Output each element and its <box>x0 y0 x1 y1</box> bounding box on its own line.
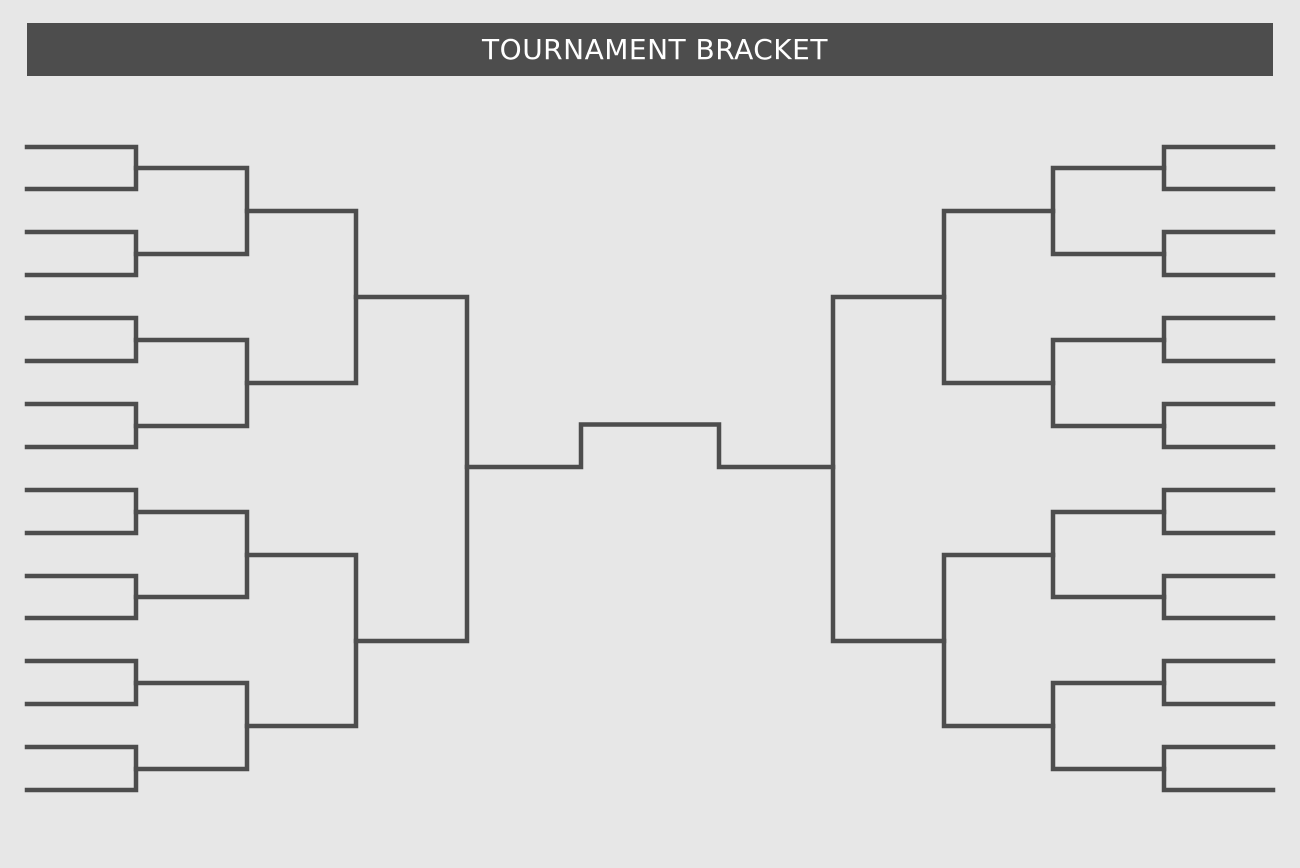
left-round-3-match-1 <box>244 208 359 386</box>
right-round-1-match-1 <box>1161 144 1276 192</box>
bracket-diagram <box>24 144 1276 793</box>
left-round-4-match-1 <box>353 294 470 644</box>
right-round-1-match-3 <box>1161 315 1276 364</box>
left-round-1-match-7 <box>24 658 139 707</box>
left-round-3-match-2 <box>244 552 359 729</box>
left-round-2-match-1 <box>133 165 250 257</box>
left-round-1-match-2 <box>24 229 139 278</box>
final-bracket <box>464 422 836 470</box>
left-bracket <box>24 144 470 793</box>
right-round-1-match-2 <box>1161 229 1276 278</box>
left-round-1-match-1 <box>24 144 139 192</box>
right-round-2-match-2 <box>1050 337 1167 429</box>
final-match <box>464 422 836 470</box>
right-round-1-match-5 <box>1161 487 1276 536</box>
right-round-3-match-1 <box>941 208 1056 386</box>
right-round-1-match-8 <box>1161 744 1276 793</box>
right-round-2-match-4 <box>1050 680 1167 772</box>
left-round-2-match-3 <box>133 509 250 600</box>
left-round-1-match-6 <box>24 573 139 621</box>
left-round-2-match-4 <box>133 680 250 772</box>
left-round-1-match-4 <box>24 401 139 450</box>
left-round-1-match-3 <box>24 315 139 364</box>
right-round-2-match-3 <box>1050 509 1167 600</box>
right-round-1-match-7 <box>1161 658 1276 707</box>
right-round-4-match-1 <box>830 294 947 644</box>
right-round-1-match-6 <box>1161 573 1276 621</box>
left-round-1-match-8 <box>24 744 139 793</box>
left-round-1-match-5 <box>24 487 139 536</box>
right-round-2-match-1 <box>1050 165 1167 257</box>
left-round-2-match-2 <box>133 337 250 429</box>
right-round-1-match-4 <box>1161 401 1276 450</box>
right-bracket <box>830 144 1276 793</box>
right-round-3-match-2 <box>941 552 1056 729</box>
